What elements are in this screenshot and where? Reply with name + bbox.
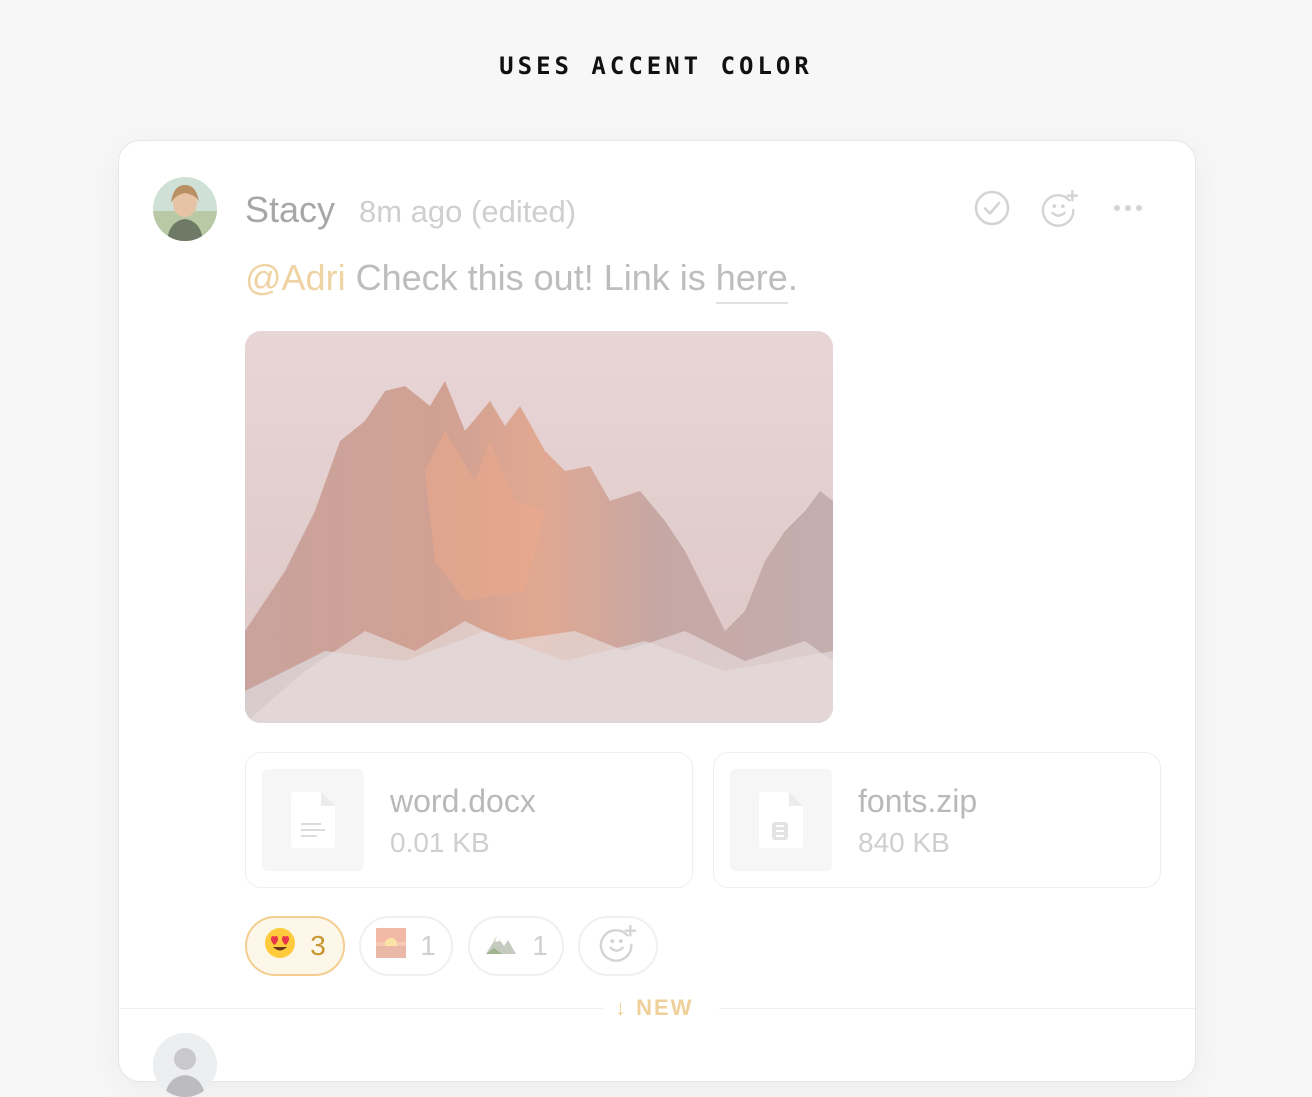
- reaction-count: 1: [532, 930, 548, 961]
- avatar[interactable]: [153, 1033, 217, 1097]
- message-body: @Adri Check this out! Link is here.: [245, 257, 798, 304]
- file-name: fonts.zip: [858, 783, 978, 819]
- user-mention[interactable]: @Adri: [245, 257, 346, 298]
- message-timestamp: 8m ago (edited): [359, 194, 577, 229]
- file-size: 840 KB: [858, 827, 950, 858]
- add-reaction-button[interactable]: [578, 916, 658, 976]
- new-label: NEW: [636, 995, 694, 1020]
- add-reaction-icon[interactable]: [1041, 189, 1079, 227]
- more-options-icon[interactable]: [1109, 189, 1147, 227]
- file-size: 0.01 KB: [390, 827, 490, 858]
- section-heading: USES ACCENT COLOR: [499, 52, 813, 80]
- heart-eyes-emoji: [264, 927, 296, 966]
- reaction-count: 3: [310, 930, 326, 961]
- document-icon: [262, 769, 364, 871]
- resolve-check-icon[interactable]: [973, 189, 1011, 227]
- mountain-emoji: [484, 928, 518, 965]
- new-messages-divider: ↓ NEW: [615, 995, 693, 1021]
- message-link[interactable]: here: [715, 257, 788, 304]
- file-attachment[interactable]: fonts.zip 840 KB: [713, 752, 1161, 888]
- reaction-count: 1: [420, 930, 436, 961]
- sunset-emoji: [376, 927, 407, 965]
- image-attachment[interactable]: [245, 331, 833, 723]
- avatar[interactable]: [153, 177, 217, 241]
- message-text: Check this out! Link is: [345, 257, 716, 298]
- zip-icon: [730, 769, 832, 871]
- message-text-end: .: [787, 257, 798, 298]
- new-divider-line: [119, 1008, 603, 1009]
- arrow-down-icon: ↓: [615, 995, 628, 1020]
- file-name: word.docx: [390, 783, 536, 819]
- reaction-heart-eyes[interactable]: 3: [245, 916, 345, 976]
- new-divider-line: [719, 1008, 1195, 1009]
- message-author[interactable]: Stacy: [245, 189, 335, 231]
- add-reaction-icon: [599, 924, 637, 969]
- reaction-mountain[interactable]: 1: [468, 916, 564, 976]
- reaction-sunset[interactable]: 1: [359, 916, 453, 976]
- file-attachment[interactable]: word.docx 0.01 KB: [245, 752, 693, 888]
- message-card: Stacy 8m ago (edited) @Adri Check this o…: [118, 140, 1196, 1097]
